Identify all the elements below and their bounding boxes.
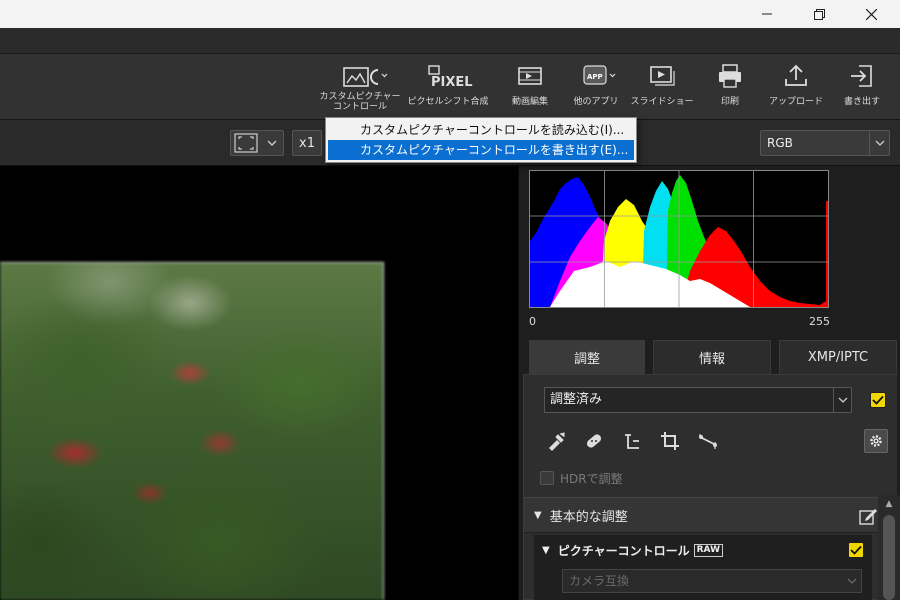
bandage-icon <box>586 434 602 448</box>
print-label: 印刷 <box>720 97 739 107</box>
chevron-down-icon <box>267 140 277 146</box>
tab-info[interactable]: 情報 <box>653 340 771 374</box>
channel-select[interactable]: RGB <box>760 130 890 156</box>
close-button[interactable] <box>848 0 894 28</box>
basic-adjust-title: 基本的な調整 <box>549 509 628 525</box>
hdr-checkbox[interactable] <box>540 471 554 485</box>
chevron-down-icon <box>847 570 857 599</box>
edit-icon[interactable] <box>858 506 878 530</box>
scroll-up-icon[interactable]: ▲ <box>878 495 900 513</box>
crop-icon <box>661 432 679 450</box>
scroll-thumb[interactable] <box>883 515 895 600</box>
upload-icon <box>781 60 811 92</box>
collapse-triangle-icon: ▼ <box>542 544 550 556</box>
channel-value: RGB <box>767 136 793 150</box>
perspective-tool[interactable] <box>694 427 722 455</box>
tab-xmp-iptc[interactable]: XMP/IPTC <box>779 340 897 374</box>
straighten-tool[interactable] <box>618 427 646 455</box>
histogram-min-label: 0 <box>529 315 536 328</box>
minimize-icon <box>762 13 772 15</box>
slideshow-icon <box>647 60 677 92</box>
picture-control-button[interactable]: カスタムピクチャー コントロール <box>319 60 401 118</box>
picture-control-icon <box>332 60 388 92</box>
eyedropper-icon <box>549 432 565 451</box>
fit-view-dropdown[interactable] <box>230 130 284 156</box>
picture-control-subsection: ▼ ピクチャーコントロール RAW カメラ互換 <box>534 535 872 600</box>
preset-value: 調整済み <box>550 392 603 407</box>
collapse-triangle-icon: ▼ <box>534 509 542 521</box>
movie-edit-label: 動画編集 <box>511 97 548 107</box>
preset-select[interactable]: 調整済み <box>544 387 852 413</box>
histogram-max-label: 255 <box>809 315 830 328</box>
picture-control-menu: カスタムピクチャーコントロールを読み込む(I)... カスタムピクチャーコントロ… <box>325 117 637 163</box>
adjust-tab-content: 調整済み HDRで調整 ▼ 基本的な調整 ▼ ピクチャーコントロール RAW カ… <box>523 374 897 600</box>
tab-adjust[interactable]: 調整 <box>529 340 645 374</box>
export-label: 書き出す <box>843 97 880 107</box>
retouch-tool[interactable] <box>580 427 608 455</box>
menu-strip <box>0 28 900 54</box>
camera-compatible-value: カメラ互換 <box>569 574 630 588</box>
close-icon <box>865 8 877 20</box>
minimize-button[interactable] <box>744 0 790 28</box>
menu-item-export[interactable]: カスタムピクチャーコントロールを書き出す(E)... <box>328 140 634 160</box>
other-apps-label: 他のアプリ <box>573 97 619 107</box>
pixel-shift-icon: PIXEL <box>423 60 473 92</box>
printer-icon <box>715 60 745 92</box>
pixel-shift-label: ピクセルシフト合成 <box>407 97 489 107</box>
print-button[interactable]: 印刷 <box>708 60 752 118</box>
slideshow-button[interactable]: スライドショー <box>630 60 694 118</box>
picture-control-title: ピクチャーコントロール <box>557 543 690 558</box>
settings-button[interactable] <box>864 429 888 453</box>
image-viewer[interactable] <box>0 166 518 600</box>
app-badge-text: APP <box>587 73 603 81</box>
menu-item-load[interactable]: カスタムピクチャーコントロールを読み込む(I)... <box>328 120 634 140</box>
upload-label: アップロード <box>768 97 823 107</box>
crop-tool[interactable] <box>656 427 684 455</box>
pixel-icon-text: PIXEL <box>431 75 473 90</box>
slideshow-label: スライドショー <box>630 97 694 107</box>
panel-scrollbar[interactable]: ▲ <box>878 495 900 600</box>
app-window: カスタムピクチャー コントロール PIXEL ピクセルシフト合成 動画編集 AP… <box>0 0 900 600</box>
zoom-button[interactable]: x1 <box>292 130 322 156</box>
hdr-option[interactable]: HDRで調整 <box>540 469 623 487</box>
other-apps-icon: APP <box>574 60 618 92</box>
adjust-enable-checkbox[interactable] <box>870 392 886 408</box>
eyedropper-tool[interactable] <box>542 427 570 455</box>
upload-button[interactable]: アップロード <box>764 60 828 118</box>
export-icon <box>847 60 877 92</box>
hdr-label: HDRで調整 <box>560 471 623 486</box>
other-apps-button[interactable]: APP 他のアプリ <box>566 60 626 118</box>
perspective-icon <box>699 434 717 449</box>
movie-edit-icon <box>515 60 545 92</box>
pixel-shift-button[interactable]: PIXEL ピクセルシフト合成 <box>404 60 492 118</box>
movie-edit-button[interactable]: 動画編集 <box>502 60 558 118</box>
basic-adjust-section[interactable]: ▼ 基本的な調整 <box>524 497 884 533</box>
check-icon <box>850 545 862 555</box>
raw-badge: RAW <box>693 543 724 557</box>
camera-compatible-select[interactable]: カメラ互換 <box>562 569 862 593</box>
panel-tabs: 調整 情報 XMP/IPTC <box>519 338 900 374</box>
maximize-button[interactable] <box>796 0 842 28</box>
check-icon <box>872 395 884 405</box>
export-button[interactable]: 書き出す <box>834 60 890 118</box>
gear-icon <box>870 435 882 447</box>
right-panel: 0 255 調整 情報 XMP/IPTC 調整済み HDRで調整 ▼ 基本的な調… <box>518 166 900 600</box>
photo-preview[interactable] <box>0 262 384 600</box>
main-toolbar: カスタムピクチャー コントロール PIXEL ピクセルシフト合成 動画編集 AP… <box>0 54 900 120</box>
restore-icon <box>813 8 825 20</box>
straighten-icon <box>625 434 639 449</box>
fit-screen-icon <box>234 133 258 153</box>
picture-control-label-2: コントロール <box>332 102 387 112</box>
picture-control-checkbox[interactable] <box>848 542 864 558</box>
picture-control-label-1: カスタムピクチャー <box>319 92 401 102</box>
chevron-down-icon <box>833 388 851 412</box>
chevron-down-icon <box>869 131 889 155</box>
picture-control-header[interactable]: ▼ ピクチャーコントロール RAW <box>534 535 872 565</box>
title-bar <box>0 0 900 28</box>
histogram <box>529 170 829 308</box>
